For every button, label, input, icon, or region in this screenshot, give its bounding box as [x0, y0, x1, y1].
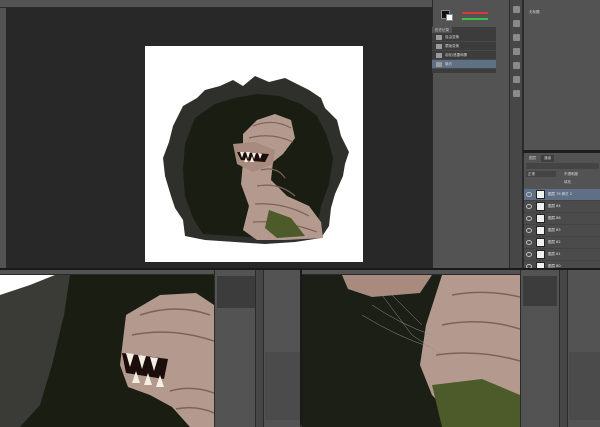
layer-thumbnail: [536, 226, 545, 235]
layer-row[interactable]: 图层 86: [524, 213, 600, 225]
tab-layers[interactable]: 图层: [526, 155, 539, 162]
artwork: [163, 76, 349, 244]
visibility-eye-icon[interactable]: [526, 204, 532, 209]
document-canvas[interactable]: [145, 46, 363, 262]
layers-panel: 图层 通道 正常 不透明度 填充 图层 76 拷贝 2 图层 84 图层 86 …: [523, 153, 600, 273]
zoomed-canvas[interactable]: [0, 275, 214, 427]
bottom-left-window: [0, 268, 301, 427]
layer-thumbnail: [536, 250, 545, 259]
red-slider[interactable]: [462, 12, 488, 14]
history-item[interactable]: 蒙版变换: [432, 42, 496, 51]
mini-history-panel: [217, 276, 255, 308]
paths-panel-icon[interactable]: [513, 90, 520, 97]
adjustments-panel-icon[interactable]: [513, 34, 520, 41]
swatches-panel-icon[interactable]: [513, 48, 520, 55]
layer-row[interactable]: 图层 82: [524, 237, 600, 249]
tab-history[interactable]: 历史记录: [432, 27, 452, 33]
blend-mode-select[interactable]: 正常: [526, 171, 556, 177]
layer-row[interactable]: 图层 81: [524, 249, 600, 261]
mini-panel: [214, 270, 301, 427]
background-color-swatch[interactable]: [446, 14, 453, 21]
dino-jaw: [342, 275, 432, 297]
tab-channels[interactable]: 通道: [541, 155, 554, 162]
vertical-ruler: [0, 8, 7, 268]
zoomed-artwork: [0, 275, 214, 427]
layer-row[interactable]: 图层 83: [524, 225, 600, 237]
green-slider[interactable]: [462, 18, 488, 20]
visibility-eye-icon[interactable]: [526, 240, 532, 245]
layers-list: 图层 76 拷贝 2 图层 84 图层 86 图层 83 图层 82 图层 81…: [524, 189, 600, 273]
mini-icon-strip-2: [559, 270, 568, 427]
zoomed-canvas-2[interactable]: [302, 275, 520, 427]
brush-panel-icon[interactable]: [513, 62, 520, 69]
visibility-eye-icon[interactable]: [526, 252, 532, 257]
mini-history-panel-2: [523, 276, 557, 306]
history-step-icon: [436, 43, 442, 49]
color-swatches[interactable]: [441, 10, 457, 22]
layer-thumbnail: [536, 238, 545, 247]
history-item[interactable]: 自由变换: [432, 33, 496, 42]
character-panel-icon[interactable]: [513, 76, 520, 83]
visibility-eye-icon[interactable]: [526, 228, 532, 233]
layer-thumbnail: [536, 190, 545, 199]
mini-icon-strip: [255, 270, 264, 427]
history-item[interactable]: 羽化/遮罩和擦: [432, 51, 496, 60]
history-panel-icon[interactable]: [513, 6, 520, 13]
layer-row[interactable]: 图层 84: [524, 201, 600, 213]
history-step-icon: [436, 52, 442, 58]
properties-panel: 无标题: [523, 0, 600, 150]
opacity-label: 不透明度: [564, 172, 578, 176]
layer-thumbnail: [536, 202, 545, 211]
panel-title: 无标题: [529, 10, 540, 14]
layer-row[interactable]: 图层 76 拷贝 2: [524, 189, 600, 201]
mini-layers-list-2: [569, 352, 600, 420]
top-window: 历史记录 自由变换 蒙版变换 羽化/遮罩和擦 隐约 无标题 图层 通道 正常 不…: [0, 0, 600, 273]
visibility-eye-icon[interactable]: [526, 216, 532, 221]
mini-layers-list: [265, 352, 301, 420]
history-item-selected[interactable]: 隐约: [432, 60, 496, 69]
layer-filter-bar[interactable]: [526, 163, 599, 169]
fill-label: 填充: [564, 180, 571, 184]
layers-tabs: 图层 通道: [526, 155, 554, 162]
history-step-icon: [436, 34, 442, 40]
visibility-eye-icon[interactable]: [526, 192, 532, 197]
bottom-right-window: [300, 268, 600, 427]
history-panel: 历史记录 自由变换 蒙版变换 羽化/遮罩和擦 隐约: [432, 27, 496, 73]
torn-frame: [0, 275, 70, 427]
properties-panel-icon[interactable]: [513, 20, 520, 27]
mini-panel-2: [520, 270, 600, 427]
layer-thumbnail: [536, 214, 545, 223]
zoomed-artwork-2: [342, 275, 520, 427]
history-step-icon: [436, 61, 442, 67]
panel-icon-strip: [509, 0, 523, 268]
